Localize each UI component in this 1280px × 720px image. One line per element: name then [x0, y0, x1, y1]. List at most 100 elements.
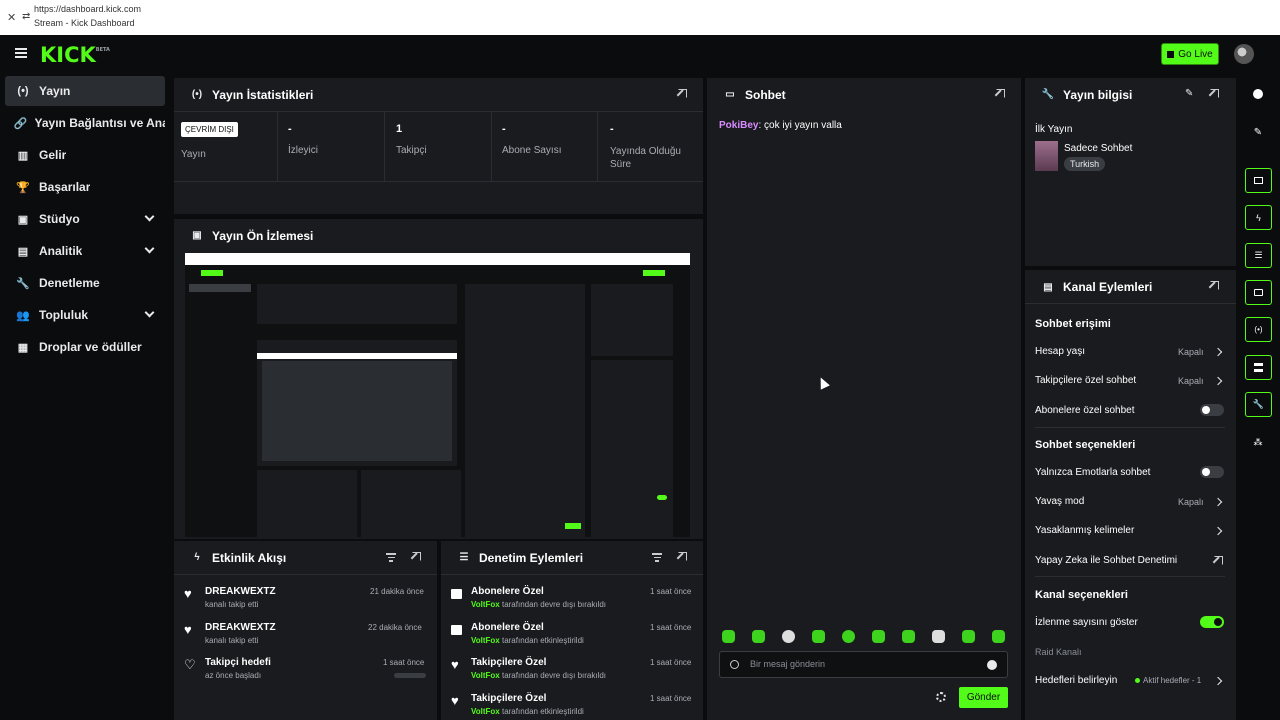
- emote-icon[interactable]: [782, 630, 795, 643]
- rail-stats-button[interactable]: (•): [1245, 317, 1272, 342]
- sidebar-item-studyo[interactable]: ▣ Stüdyo: [5, 204, 165, 234]
- heart-icon: ♥: [184, 586, 192, 601]
- divider: [441, 574, 703, 575]
- pencil-icon[interactable]: ✎: [1250, 124, 1266, 140]
- emote-icon[interactable]: [932, 630, 945, 643]
- language-tag: Turkish: [1064, 157, 1106, 171]
- sidebar-item-droplar[interactable]: ▦ Droplar ve ödüller: [5, 332, 165, 362]
- emote-icon[interactable]: [812, 630, 825, 643]
- sidebar-item-label: Başarılar: [39, 180, 91, 194]
- apps-icon[interactable]: ⁂: [1250, 434, 1266, 450]
- category-name[interactable]: Sadece Sohbet: [1064, 143, 1132, 154]
- rail-chat-button[interactable]: [1245, 280, 1272, 305]
- preview-nav-active: [189, 284, 251, 292]
- popout-icon[interactable]: [1210, 281, 1219, 290]
- go-live-button[interactable]: Go Live: [1161, 43, 1219, 65]
- link-icon: 🔗: [13, 117, 28, 130]
- emote-icon[interactable]: [992, 630, 1005, 643]
- setting-show-viewers: İzlenme sayısını göster: [1035, 617, 1138, 628]
- mod-user[interactable]: VoltFox: [471, 600, 500, 609]
- setting-slow-mode[interactable]: Yavaş mod: [1035, 496, 1084, 507]
- popout-icon[interactable]: [412, 552, 421, 561]
- sidebar-item-topluluk[interactable]: 👥 Topluluk: [5, 300, 165, 330]
- sidebar-item-stream-key[interactable]: 🔗 Yayın Bağlantısı ve Anahtarı: [5, 108, 165, 138]
- feed-item-title: Takipçi hedefi: [205, 657, 271, 668]
- mod-item-time: 1 saat önce: [650, 658, 692, 667]
- panel-header: ϟ Etkinlik Akışı: [174, 541, 437, 574]
- rail-channel-button[interactable]: [1245, 355, 1272, 380]
- bolt-icon: ϟ: [1256, 212, 1261, 223]
- emote-icon[interactable]: [722, 630, 735, 643]
- send-button[interactable]: Gönder: [959, 687, 1008, 708]
- info-icon[interactable]: [1250, 86, 1266, 102]
- mod-action: tarafından devre dışı bırakıldı: [499, 671, 607, 680]
- sidebar-item-gelir[interactable]: ▥ Gelir: [5, 140, 165, 170]
- panel-header: ▤ Kanal Eylemleri: [1025, 270, 1236, 304]
- popout-icon[interactable]: [996, 89, 1005, 98]
- rail-moderation-button[interactable]: ☰: [1245, 243, 1272, 268]
- setting-emotes-only: Yalnızca Emotlarla sohbet: [1035, 467, 1151, 478]
- chat-input[interactable]: Bir mesaj gönderin: [719, 651, 1008, 678]
- filter-icon[interactable]: [386, 553, 396, 562]
- sidebar-item-label: Stüdyo: [39, 212, 80, 226]
- broadcast-icon: (•): [1254, 325, 1263, 334]
- sidebar-item-label: Gelir: [39, 148, 67, 162]
- rail-info-button[interactable]: 🔧: [1245, 392, 1272, 417]
- mod-user[interactable]: VoltFox: [471, 707, 500, 716]
- preview-inner: [262, 361, 452, 461]
- stream-preview-image[interactable]: [185, 253, 690, 537]
- stat-label: Takipçi: [396, 145, 427, 156]
- sidebar-item-denetleme[interactable]: 🔧 Denetleme: [5, 268, 165, 298]
- show-viewers-toggle[interactable]: [1200, 616, 1224, 628]
- sidebar-item-yayin[interactable]: (•) Yayın: [5, 76, 165, 106]
- subs-only-toggle[interactable]: [1200, 404, 1224, 416]
- emote-icon[interactable]: [842, 630, 855, 643]
- sidebar-item-basarilar[interactable]: 🏆 Başarılar: [5, 172, 165, 202]
- close-icon[interactable]: ✕: [7, 11, 16, 24]
- setting-ai-moderation[interactable]: Yapay Zeka ile Sohbet Denetimi: [1035, 555, 1177, 566]
- menu-icon[interactable]: [15, 48, 27, 58]
- popout-icon[interactable]: [678, 89, 687, 98]
- filter-icon[interactable]: [652, 553, 662, 562]
- external-link-icon[interactable]: [1214, 556, 1223, 565]
- emote-icon[interactable]: [962, 630, 975, 643]
- emote-icon[interactable]: [752, 630, 765, 643]
- site-settings-icon[interactable]: ⇄: [22, 11, 30, 22]
- setting-account-age[interactable]: Hesap yaşı: [1035, 346, 1085, 357]
- sidebar: [0, 73, 170, 720]
- setting-goals[interactable]: Hedefleri belirleyin: [1035, 675, 1117, 686]
- avatar[interactable]: [1234, 44, 1254, 64]
- preview-icon: ▣: [192, 230, 202, 241]
- emoji-icon[interactable]: [987, 660, 997, 670]
- mod-user[interactable]: VoltFox: [471, 671, 500, 680]
- chat-username[interactable]: PokiBey: [719, 120, 758, 131]
- preview-inner-bar: [257, 353, 457, 359]
- go-live-label: Go Live: [1178, 48, 1213, 60]
- emote-icon[interactable]: [902, 630, 915, 643]
- edit-icon[interactable]: ✎: [1185, 88, 1193, 99]
- setting-banned-words[interactable]: Yasaklanmış kelimeler: [1035, 525, 1134, 536]
- popout-icon[interactable]: [678, 552, 687, 561]
- mod-item-time: 1 saat önce: [650, 694, 692, 703]
- stat-value: 1: [396, 123, 403, 135]
- mod-item-title: Takipçilere Özel: [471, 693, 547, 704]
- setting-followers-only[interactable]: Takipçilere özel sohbet: [1035, 375, 1136, 386]
- popout-icon[interactable]: [1210, 89, 1219, 98]
- emotes-only-toggle[interactable]: [1200, 466, 1224, 478]
- gear-icon[interactable]: [936, 692, 946, 702]
- panel-title: Yayın Ön İzlemesi: [212, 228, 314, 243]
- mod-item-sub: VoltFox tarafından etkinleştirildi: [471, 636, 584, 645]
- wrench-icon: 🔧: [1252, 399, 1265, 409]
- mod-item-time: 1 saat önce: [650, 587, 692, 596]
- rail-preview-button[interactable]: [1245, 168, 1272, 193]
- sidebar-item-analitik[interactable]: ▤ Analitik: [5, 236, 165, 266]
- mod-user[interactable]: VoltFox: [471, 636, 500, 645]
- sidebar-item-label: Topluluk: [39, 308, 89, 322]
- emote-icon[interactable]: [872, 630, 885, 643]
- chevron-down-icon: [144, 211, 155, 222]
- mod-item-sub: VoltFox tarafından devre dışı bırakıldı: [471, 671, 606, 680]
- list-icon: ☰: [459, 552, 469, 563]
- wrench-icon: 🔧: [1041, 89, 1055, 100]
- kick-logo[interactable]: KICKBETA: [40, 43, 110, 67]
- rail-activity-button[interactable]: ϟ: [1245, 205, 1272, 230]
